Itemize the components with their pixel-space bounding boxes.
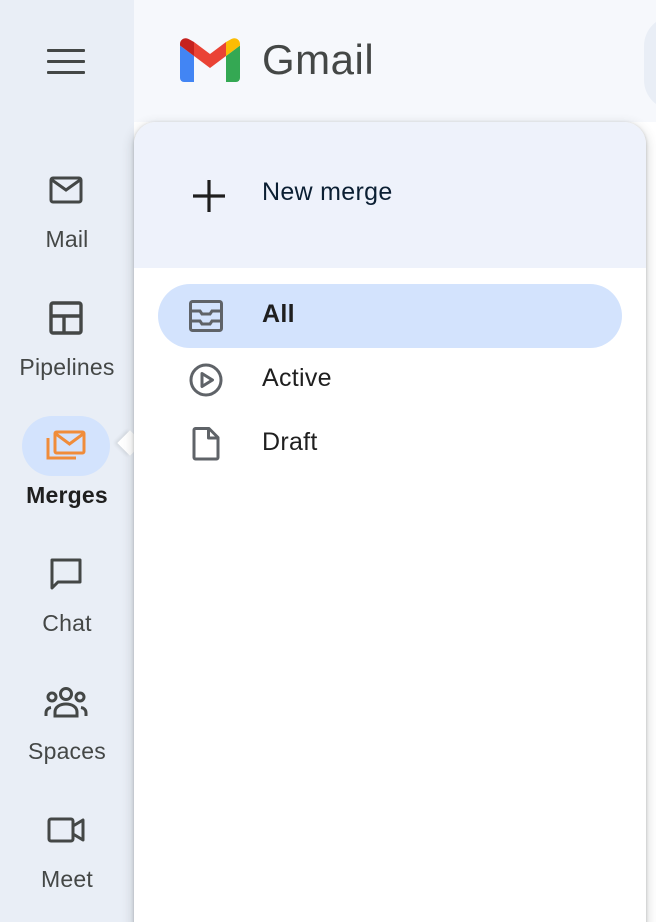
- hamburger-icon: [47, 49, 85, 52]
- menu-item-label: Active: [262, 364, 332, 392]
- spaces-icon: [22, 672, 110, 732]
- new-merge-button[interactable]: New merge: [134, 122, 646, 268]
- app-brand-name: Gmail: [262, 36, 375, 83]
- menu-item-label: All: [262, 300, 295, 328]
- merges-icon: [22, 416, 110, 476]
- new-merge-label: New merge: [262, 178, 393, 206]
- rail-item-chat[interactable]: Chat: [0, 544, 134, 654]
- main-menu-button[interactable]: [47, 49, 85, 75]
- rail-item-merges[interactable]: Merges: [0, 416, 134, 526]
- nav-rail: Mail Pipelines Merges Chat Spaces Meet: [0, 0, 134, 922]
- rail-item-spaces[interactable]: Spaces: [0, 672, 134, 782]
- plus-icon: [193, 180, 225, 212]
- merges-flyout-menu: New merge All Active Draft: [134, 122, 646, 922]
- play-circle-icon: [188, 362, 224, 398]
- document-icon: [188, 426, 224, 462]
- rail-item-mail[interactable]: Mail: [0, 160, 134, 270]
- rail-item-label: Pipelines: [19, 354, 115, 380]
- gmail-logo-icon[interactable]: [180, 38, 240, 82]
- hamburger-icon-bar: [47, 71, 85, 74]
- menu-item-active[interactable]: Active: [158, 348, 622, 412]
- search-bar-edge[interactable]: [644, 16, 656, 110]
- app-window: Gmail e er t Co Mail: [0, 0, 656, 922]
- rail-item-label: Mail: [45, 226, 89, 252]
- rail-item-label: Meet: [41, 866, 93, 892]
- header: Gmail: [134, 0, 656, 122]
- rail-item-label: Merges: [26, 482, 108, 508]
- menu-item-all[interactable]: All: [158, 284, 622, 348]
- rail-item-pipelines[interactable]: Pipelines: [0, 288, 134, 398]
- pipelines-icon: [22, 288, 110, 348]
- inbox-tray-icon: [188, 298, 224, 334]
- rail-item-label: Spaces: [28, 738, 106, 764]
- chat-icon: [22, 544, 110, 604]
- menu-item-label: Draft: [262, 428, 318, 456]
- rail-item-label: Chat: [42, 610, 92, 636]
- meet-icon: [22, 800, 110, 860]
- rail-item-meet[interactable]: Meet: [0, 800, 134, 910]
- hamburger-icon-bar: [47, 60, 85, 63]
- menu-item-draft[interactable]: Draft: [158, 412, 622, 476]
- mail-icon: [22, 160, 110, 220]
